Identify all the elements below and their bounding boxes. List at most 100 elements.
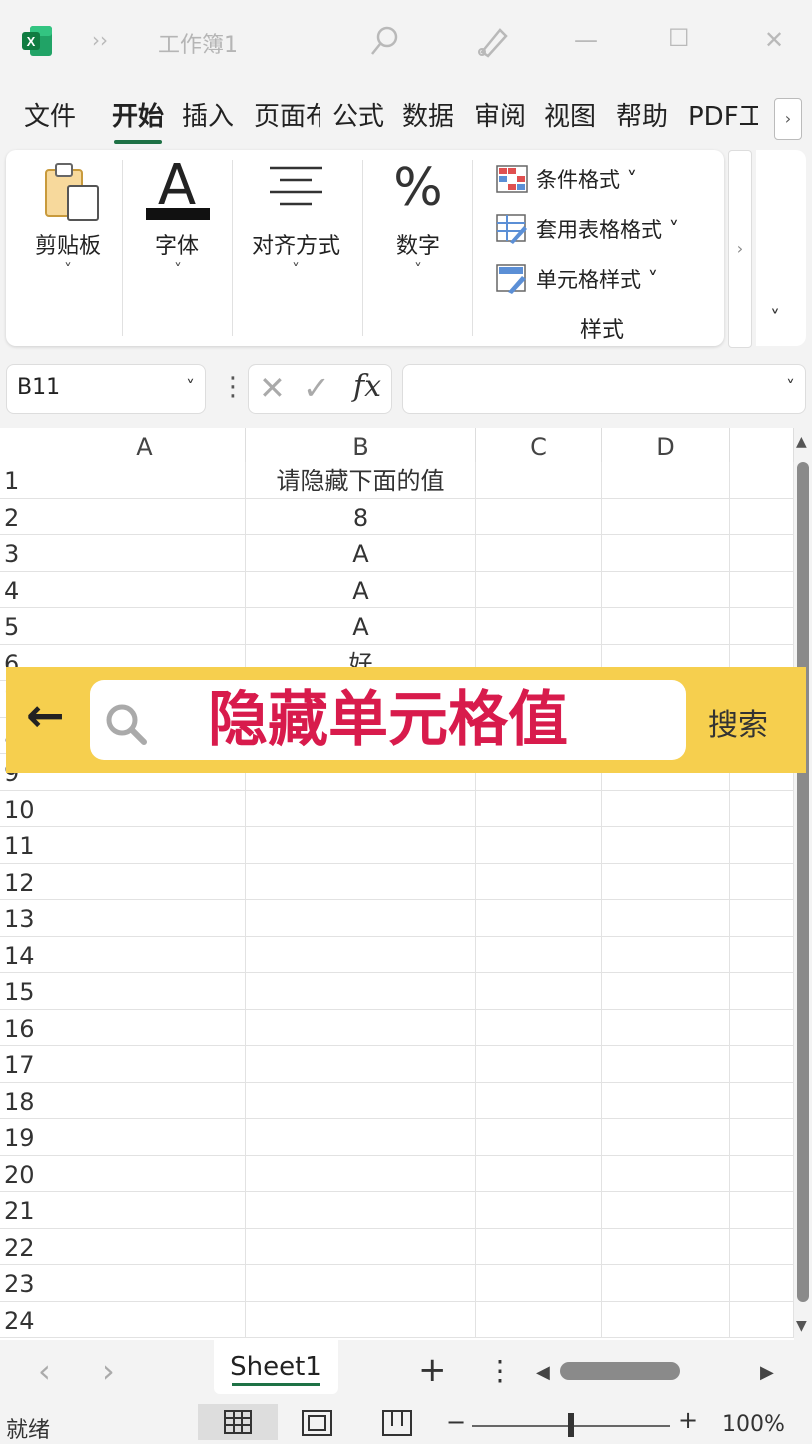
number-chevron-icon[interactable]: ˅	[408, 260, 428, 279]
sheet-next-icon[interactable]: ›	[102, 1352, 115, 1390]
align-center-icon[interactable]	[266, 164, 326, 218]
add-sheet-button[interactable]: +	[418, 1350, 447, 1390]
worksheet-grid[interactable]: A B C D 1请隐藏下面的值283A4A5A6好78910111213141…	[0, 428, 794, 1340]
tab-formulas[interactable]: 公式	[332, 92, 384, 142]
zoom-out-button[interactable]: −	[446, 1408, 466, 1436]
formula-bar-grip-icon[interactable]: ⋮	[220, 372, 246, 402]
row-header[interactable]: 12	[0, 863, 44, 900]
cell-d10[interactable]	[602, 790, 730, 827]
tab-view[interactable]: 视图	[544, 92, 596, 142]
cell-a16[interactable]	[44, 1009, 246, 1046]
row-header[interactable]: 3	[0, 535, 44, 572]
tabs-scroll-right-button[interactable]: ›	[774, 98, 802, 140]
cell-b13[interactable]	[246, 900, 476, 937]
cell-b4[interactable]: A	[246, 571, 476, 608]
row-header[interactable]: 20	[0, 1155, 44, 1192]
cell-c4[interactable]	[476, 571, 602, 608]
row-header[interactable]: 23	[0, 1265, 44, 1302]
cell-e19[interactable]	[730, 1119, 794, 1156]
cell-c20[interactable]	[476, 1155, 602, 1192]
row-header[interactable]: 21	[0, 1192, 44, 1229]
cell-e24[interactable]	[730, 1301, 794, 1338]
row-header[interactable]: 15	[0, 973, 44, 1010]
cell-b16[interactable]	[246, 1009, 476, 1046]
select-all-corner[interactable]	[0, 428, 45, 462]
cell-d16[interactable]	[602, 1009, 730, 1046]
hscroll-left-icon[interactable]: ◀	[536, 1362, 550, 1383]
cell-b5[interactable]: A	[246, 608, 476, 645]
cell-e20[interactable]	[730, 1155, 794, 1192]
column-header-c[interactable]: C	[476, 428, 602, 462]
cell-b20[interactable]	[246, 1155, 476, 1192]
cell-e22[interactable]	[730, 1228, 794, 1265]
cell-a24[interactable]	[44, 1301, 246, 1338]
cell-b10[interactable]	[246, 790, 476, 827]
ribbon-expand-chevron-icon[interactable]: ˅	[770, 306, 780, 330]
cell-e17[interactable]	[730, 1046, 794, 1083]
row-header[interactable]: 10	[0, 790, 44, 827]
cell-d12[interactable]	[602, 863, 730, 900]
format-as-table-button[interactable]: 套用表格格式 ˅	[496, 214, 679, 244]
quick-access-chevron-icon[interactable]: ››	[92, 30, 108, 50]
alignment-group-label[interactable]: 对齐方式	[244, 228, 348, 260]
row-header[interactable]: 11	[0, 827, 44, 864]
page-layout-view-icon[interactable]	[302, 1410, 332, 1440]
cell-a4[interactable]	[44, 571, 246, 608]
cell-e1[interactable]	[730, 462, 794, 499]
cell-e21[interactable]	[730, 1192, 794, 1229]
vertical-scroll-thumb[interactable]	[797, 462, 809, 1302]
cell-c16[interactable]	[476, 1009, 602, 1046]
font-group-label[interactable]: 字体	[142, 228, 212, 260]
name-box[interactable]: B11 ˅	[6, 364, 206, 414]
clipboard-chevron-icon[interactable]: ˅	[58, 260, 78, 279]
cell-e2[interactable]	[730, 498, 794, 535]
row-header[interactable]: 24	[0, 1301, 44, 1338]
cell-c1[interactable]	[476, 462, 602, 499]
cell-c15[interactable]	[476, 973, 602, 1010]
zoom-level[interactable]: 100%	[722, 1412, 785, 1437]
cell-a14[interactable]	[44, 936, 246, 973]
cell-b15[interactable]	[246, 973, 476, 1010]
row-header[interactable]: 2	[0, 498, 44, 535]
cell-c24[interactable]	[476, 1301, 602, 1338]
cell-d23[interactable]	[602, 1265, 730, 1302]
font-glyph-icon[interactable]: A	[144, 158, 210, 214]
cell-d22[interactable]	[602, 1228, 730, 1265]
cell-c13[interactable]	[476, 900, 602, 937]
cell-c21[interactable]	[476, 1192, 602, 1229]
cell-c22[interactable]	[476, 1228, 602, 1265]
cell-d21[interactable]	[602, 1192, 730, 1229]
cell-d18[interactable]	[602, 1082, 730, 1119]
cell-b2[interactable]: 8	[246, 498, 476, 535]
cell-e10[interactable]	[730, 790, 794, 827]
search-icon[interactable]	[368, 24, 402, 62]
formula-input[interactable]: ˅	[402, 364, 806, 414]
tab-help[interactable]: 帮助	[616, 92, 668, 142]
tab-page-layout[interactable]: 页面布	[254, 92, 320, 142]
conditional-format-button[interactable]: 条件格式 ˅	[496, 164, 637, 194]
cell-e13[interactable]	[730, 900, 794, 937]
cell-a17[interactable]	[44, 1046, 246, 1083]
cell-b23[interactable]	[246, 1265, 476, 1302]
cancel-edit-icon[interactable]: ✕	[259, 369, 286, 407]
ribbon-scroll-right-button[interactable]: ›	[728, 150, 752, 348]
cell-d2[interactable]	[602, 498, 730, 535]
cell-e23[interactable]	[730, 1265, 794, 1302]
cell-a15[interactable]	[44, 973, 246, 1010]
column-header-d[interactable]: D	[602, 428, 730, 462]
percent-icon[interactable]: %	[386, 158, 450, 218]
design-ideas-icon[interactable]	[474, 22, 510, 62]
cell-a5[interactable]	[44, 608, 246, 645]
normal-view-button[interactable]	[198, 1404, 278, 1440]
cell-a18[interactable]	[44, 1082, 246, 1119]
sheet-prev-icon[interactable]: ‹	[38, 1352, 51, 1390]
column-header-b[interactable]: B	[246, 428, 476, 462]
cell-d1[interactable]	[602, 462, 730, 499]
scroll-down-icon[interactable]: ▼	[796, 1318, 807, 1334]
cell-b1[interactable]: 请隐藏下面的值	[246, 462, 476, 499]
cell-c5[interactable]	[476, 608, 602, 645]
cell-e3[interactable]	[730, 535, 794, 572]
cell-b11[interactable]	[246, 827, 476, 864]
column-header-e[interactable]	[730, 428, 794, 462]
alignment-chevron-icon[interactable]: ˅	[286, 260, 306, 279]
